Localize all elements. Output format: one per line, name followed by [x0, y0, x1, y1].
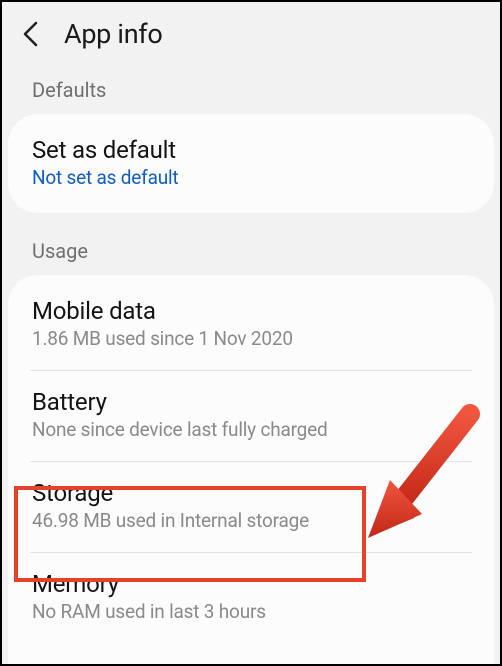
row-sub: None since device last fully charged [32, 418, 470, 441]
row-memory[interactable]: Memory No RAM used in last 3 hours [8, 552, 494, 643]
row-title: Storage [32, 479, 470, 507]
row-title: Memory [32, 570, 470, 598]
row-sub: Not set as default [32, 166, 470, 189]
defaults-card: Set as default Not set as default [8, 114, 494, 213]
section-header-defaults: Defaults [2, 72, 500, 114]
row-set-as-default[interactable]: Set as default Not set as default [8, 118, 494, 209]
row-title: Battery [32, 388, 470, 416]
row-sub: 1.86 MB used since 1 Nov 2020 [32, 327, 470, 350]
row-battery[interactable]: Battery None since device last fully cha… [8, 370, 494, 461]
app-info-screen: App info Defaults Set as default Not set… [2, 2, 500, 664]
row-storage[interactable]: Storage 46.98 MB used in Internal storag… [8, 461, 494, 552]
row-mobile-data[interactable]: Mobile data 1.86 MB used since 1 Nov 202… [8, 279, 494, 370]
section-header-usage: Usage [2, 233, 500, 275]
row-title: Mobile data [32, 297, 470, 325]
usage-card: Mobile data 1.86 MB used since 1 Nov 202… [8, 275, 494, 666]
row-sub: No RAM used in last 3 hours [32, 600, 470, 623]
header: App info [2, 8, 500, 72]
back-icon[interactable] [20, 20, 42, 48]
row-sub: 46.98 MB used in Internal storage [32, 509, 470, 532]
row-title: Set as default [32, 136, 470, 164]
page-title: App info [64, 18, 163, 50]
